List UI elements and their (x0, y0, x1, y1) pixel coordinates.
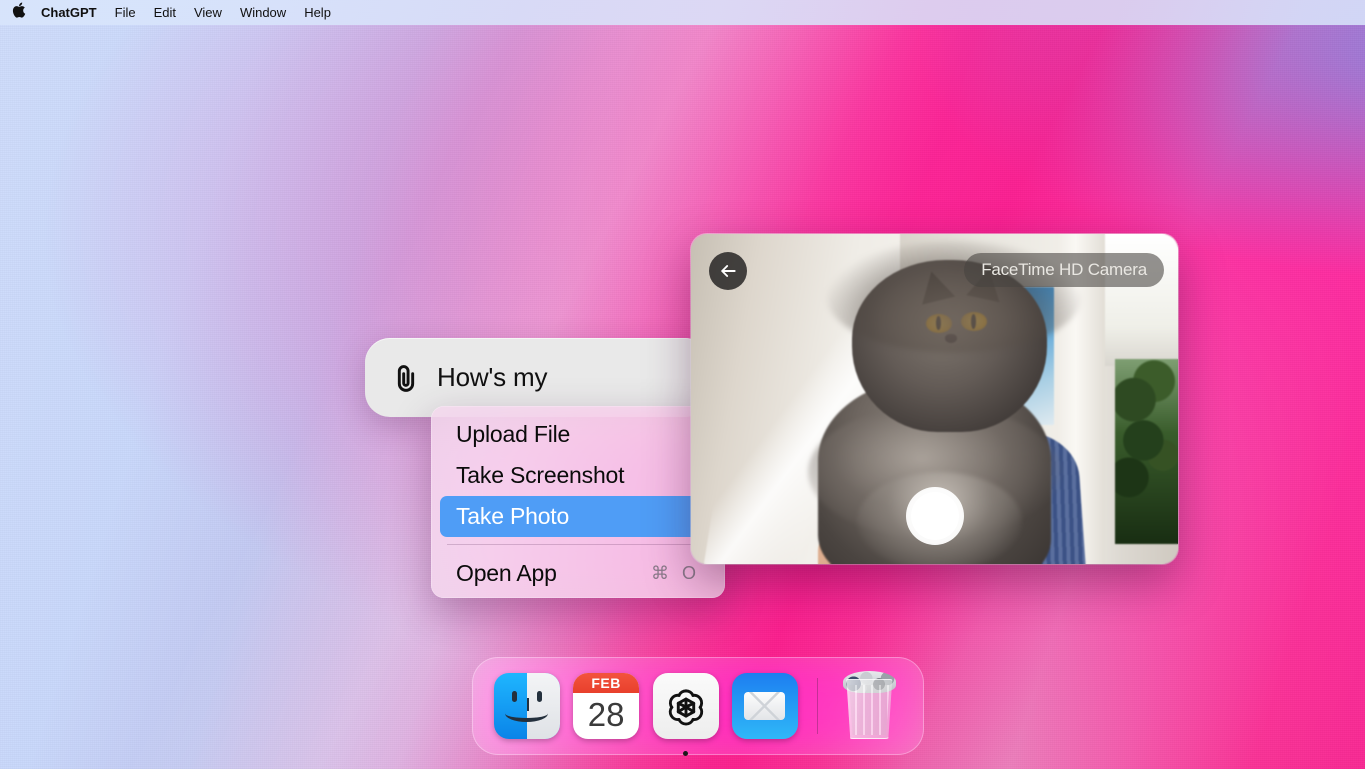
mail-icon (731, 673, 798, 739)
menu-item-file[interactable]: File (115, 5, 136, 20)
chatgpt-icon (652, 673, 719, 739)
dock: FEB 28 (472, 657, 924, 756)
dock-item-calendar[interactable]: FEB 28 (572, 671, 640, 741)
dock-item-mail[interactable] (731, 671, 798, 741)
preview-plant (1114, 359, 1178, 545)
composer-text: How's my (437, 362, 548, 392)
calendar-month: FEB (573, 673, 640, 694)
menu-item-help[interactable]: Help (304, 5, 331, 20)
calendar-day: 28 (587, 695, 625, 733)
menu-item-upload-file[interactable]: Upload File (440, 414, 716, 455)
running-indicator-dot (683, 751, 689, 756)
menu-separator (447, 544, 709, 545)
menu-item-edit[interactable]: Edit (154, 5, 176, 20)
dock-item-finder[interactable] (493, 671, 560, 741)
menu-item-take-photo[interactable]: Take Photo (440, 496, 716, 537)
calendar-icon: FEB 28 (573, 673, 640, 739)
camera-capture-window[interactable]: FaceTime HD Camera (691, 234, 1178, 564)
attachment-dropdown-menu[interactable]: Upload File Take Screenshot Take Photo O… (431, 406, 725, 598)
menu-item-open-app[interactable]: Open App ⌘ O (440, 553, 716, 594)
dock-item-chatgpt[interactable] (652, 671, 719, 756)
back-arrow-icon[interactable] (709, 252, 747, 290)
camera-device-name: FaceTime HD Camera (981, 260, 1147, 279)
menu-item-label: Take Photo (456, 503, 570, 529)
apple-logo-icon[interactable] (12, 2, 26, 21)
menu-bar: ChatGPT File Edit View Window Help (0, 0, 1365, 25)
menu-item-view[interactable]: View (194, 5, 222, 20)
finder-icon (493, 673, 560, 739)
menu-item-label: Open App (456, 560, 557, 586)
menu-item-label: Upload File (456, 421, 571, 447)
menu-item-chatgpt[interactable]: ChatGPT (41, 5, 97, 20)
shutter-button[interactable] (910, 492, 959, 540)
menu-item-shortcut: ⌘ O (650, 563, 700, 583)
menu-item-take-screenshot[interactable]: Take Screenshot (440, 455, 716, 496)
menu-item-label: Take Screenshot (456, 462, 625, 488)
camera-device-label: FaceTime HD Camera (964, 253, 1164, 287)
dock-separator (816, 678, 818, 734)
paperclip-icon[interactable] (391, 361, 421, 395)
dock-item-trash[interactable] (836, 671, 903, 741)
menu-item-window[interactable]: Window (240, 5, 286, 20)
trash-icon (838, 671, 900, 741)
